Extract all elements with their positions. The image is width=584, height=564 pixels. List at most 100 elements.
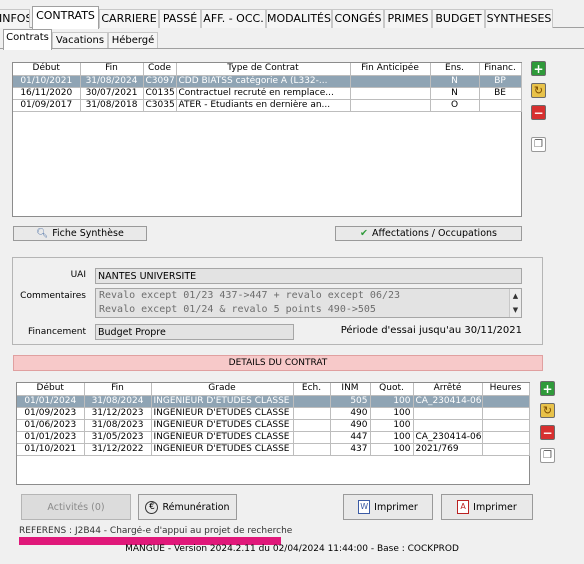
cell-grade: INGENIEUR D'ETUDES CLASSE ... bbox=[151, 419, 294, 432]
activites-button[interactable]: Activités (0) bbox=[21, 494, 131, 520]
tab-carriere[interactable]: CARRIERE bbox=[99, 9, 159, 28]
uai-field[interactable]: NANTES UNIVERSITE bbox=[95, 268, 522, 284]
delete-detail-button[interactable]: − bbox=[540, 425, 555, 440]
commentaires-textarea[interactable]: Revalo except 01/23 437->447 + revalo ex… bbox=[95, 288, 522, 318]
contracts-header-row: Début Fin Code Type de Contrat Fin Antic… bbox=[13, 63, 522, 76]
table-row[interactable]: 01/10/2021 31/08/2024 C3097 CDD BIATSS c… bbox=[13, 75, 522, 88]
cell-fin-anticipee bbox=[350, 99, 431, 112]
sub-tab-divider bbox=[0, 48, 584, 49]
cell-arrete: CA_230414-06 bbox=[413, 395, 483, 408]
col-inm[interactable]: INM bbox=[330, 383, 371, 396]
magnifier-icon: 🔍︎ bbox=[36, 228, 49, 239]
remuneration-button[interactable]: € Rémunération bbox=[138, 494, 237, 520]
refresh-icon: ↻ bbox=[533, 84, 544, 97]
cell-fin-anticipee bbox=[350, 87, 431, 100]
cell-quot: 100 bbox=[370, 443, 414, 456]
word-document-icon: W bbox=[358, 500, 371, 514]
cell-ens: N bbox=[430, 75, 480, 88]
col-debut[interactable]: Début bbox=[17, 383, 85, 396]
col-code[interactable]: Code bbox=[143, 63, 177, 76]
col-financ[interactable]: Financ. bbox=[479, 63, 522, 76]
plus-icon: + bbox=[542, 381, 553, 396]
footer-version: MANGUE - Version 2024.2.11 du 02/04/2024… bbox=[125, 544, 459, 554]
cell-fin: 31/08/2024 bbox=[84, 395, 152, 408]
cell-financ bbox=[479, 99, 522, 112]
subtab-heberge[interactable]: Hébergé bbox=[108, 32, 158, 49]
cell-inm: 505 bbox=[330, 395, 371, 408]
table-row[interactable]: 01/10/2021 31/12/2022 INGENIEUR D'ETUDES… bbox=[17, 443, 530, 456]
top-tab-bar: INFOS CONTRATS CARRIERE PASSÉ AFF. - OCC… bbox=[0, 6, 584, 29]
col-quot[interactable]: Quot. bbox=[370, 383, 414, 396]
imprimer-pdf-button[interactable]: A Imprimer bbox=[441, 494, 533, 520]
scroll-up-icon[interactable]: ▲ bbox=[510, 289, 521, 303]
plus-icon: + bbox=[533, 61, 544, 76]
cell-inm: 490 bbox=[330, 419, 371, 432]
col-debut[interactable]: Début bbox=[13, 63, 81, 76]
cell-heures bbox=[482, 431, 530, 444]
table-row[interactable]: 01/09/2023 31/12/2023 INGENIEUR D'ETUDES… bbox=[17, 407, 530, 420]
tab-modalites[interactable]: MODALITÉS bbox=[266, 9, 332, 28]
fiche-synthese-label: Fiche Synthèse bbox=[52, 228, 124, 239]
tab-infos[interactable]: INFOS bbox=[0, 9, 30, 28]
document-icon: ❐ bbox=[534, 139, 543, 150]
imprimer-word-button[interactable]: W Imprimer bbox=[343, 494, 433, 520]
table-row[interactable]: 01/01/2024 31/08/2024 INGENIEUR D'ETUDES… bbox=[17, 395, 530, 408]
cell-debut: 16/11/2020 bbox=[13, 87, 81, 100]
renew-detail-button[interactable]: ↻ bbox=[540, 403, 555, 418]
cell-heures bbox=[482, 407, 530, 420]
cell-code: C3035 bbox=[143, 99, 177, 112]
subtab-vacations[interactable]: Vacations bbox=[52, 32, 108, 49]
financement-label: Financement bbox=[28, 327, 86, 337]
copy-detail-button[interactable]: ❐ bbox=[540, 448, 555, 463]
col-fin-anticipee[interactable]: Fin Anticipée bbox=[350, 63, 431, 76]
tab-conges[interactable]: CONGÉS bbox=[332, 9, 384, 28]
col-fin[interactable]: Fin bbox=[80, 63, 144, 76]
tab-contrats[interactable]: CONTRATS bbox=[32, 6, 99, 29]
col-grade[interactable]: Grade bbox=[151, 383, 294, 396]
cell-inm: 437 bbox=[330, 443, 371, 456]
col-heures[interactable]: Heures bbox=[482, 383, 530, 396]
copy-contract-button[interactable]: ❐ bbox=[531, 137, 546, 152]
cell-heures bbox=[482, 419, 530, 432]
table-row[interactable]: 16/11/2020 30/07/2021 C0135 Contractuel … bbox=[13, 87, 522, 100]
document-icon: ❐ bbox=[543, 450, 552, 461]
scroll-down-icon[interactable]: ▼ bbox=[510, 303, 521, 317]
cell-fin: 31/05/2023 bbox=[84, 431, 152, 444]
cell-fin-anticipee bbox=[350, 75, 431, 88]
imprimer-label: Imprimer bbox=[473, 501, 517, 513]
cell-quot: 100 bbox=[370, 419, 414, 432]
imprimer-label: Imprimer bbox=[374, 501, 418, 513]
cell-debut: 01/01/2023 bbox=[17, 431, 85, 444]
cell-debut: 01/10/2021 bbox=[17, 443, 85, 456]
add-detail-button[interactable]: + bbox=[540, 381, 555, 396]
cell-debut: 01/09/2023 bbox=[17, 407, 85, 420]
renew-contract-button[interactable]: ↻ bbox=[531, 83, 546, 98]
financement-field[interactable]: Budget Propre bbox=[95, 324, 294, 340]
cell-quot: 100 bbox=[370, 431, 414, 444]
table-row[interactable]: 01/01/2023 31/05/2023 INGENIEUR D'ETUDES… bbox=[17, 431, 530, 444]
col-type-contrat[interactable]: Type de Contrat bbox=[176, 63, 351, 76]
remuneration-label: Rémunération bbox=[162, 501, 230, 513]
affectations-button[interactable]: ✔ Affectations / Occupations bbox=[335, 226, 522, 241]
col-ens[interactable]: Ens. bbox=[430, 63, 480, 76]
delete-contract-button[interactable]: − bbox=[531, 105, 546, 120]
col-fin[interactable]: Fin bbox=[84, 383, 152, 396]
col-ech[interactable]: Ech. bbox=[293, 383, 331, 396]
tab-aff-occ[interactable]: AFF. - OCC. bbox=[201, 9, 266, 28]
tab-syntheses[interactable]: SYNTHESES bbox=[485, 9, 553, 28]
euro-icon: € bbox=[145, 500, 159, 514]
cell-debut: 01/09/2017 bbox=[13, 99, 81, 112]
col-arrete[interactable]: Arrêté bbox=[413, 383, 483, 396]
refresh-icon: ↻ bbox=[542, 404, 553, 417]
subtab-contrats[interactable]: Contrats bbox=[3, 29, 52, 50]
cell-arrete: 2021/769 bbox=[413, 443, 483, 456]
tab-budget[interactable]: BUDGET bbox=[432, 9, 485, 28]
tab-passe[interactable]: PASSÉ bbox=[159, 9, 201, 28]
table-row[interactable]: 01/09/2017 31/08/2018 C3035 ATER - Etudi… bbox=[13, 99, 522, 112]
commentaires-scrollbar[interactable]: ▲ ▼ bbox=[509, 289, 521, 317]
tab-primes[interactable]: PRIMES bbox=[384, 9, 432, 28]
table-row[interactable]: 01/06/2023 31/08/2023 INGENIEUR D'ETUDES… bbox=[17, 419, 530, 432]
fiche-synthese-button[interactable]: 🔍︎ Fiche Synthèse bbox=[13, 226, 147, 241]
add-contract-button[interactable]: + bbox=[531, 61, 546, 76]
minus-icon: − bbox=[542, 425, 553, 440]
